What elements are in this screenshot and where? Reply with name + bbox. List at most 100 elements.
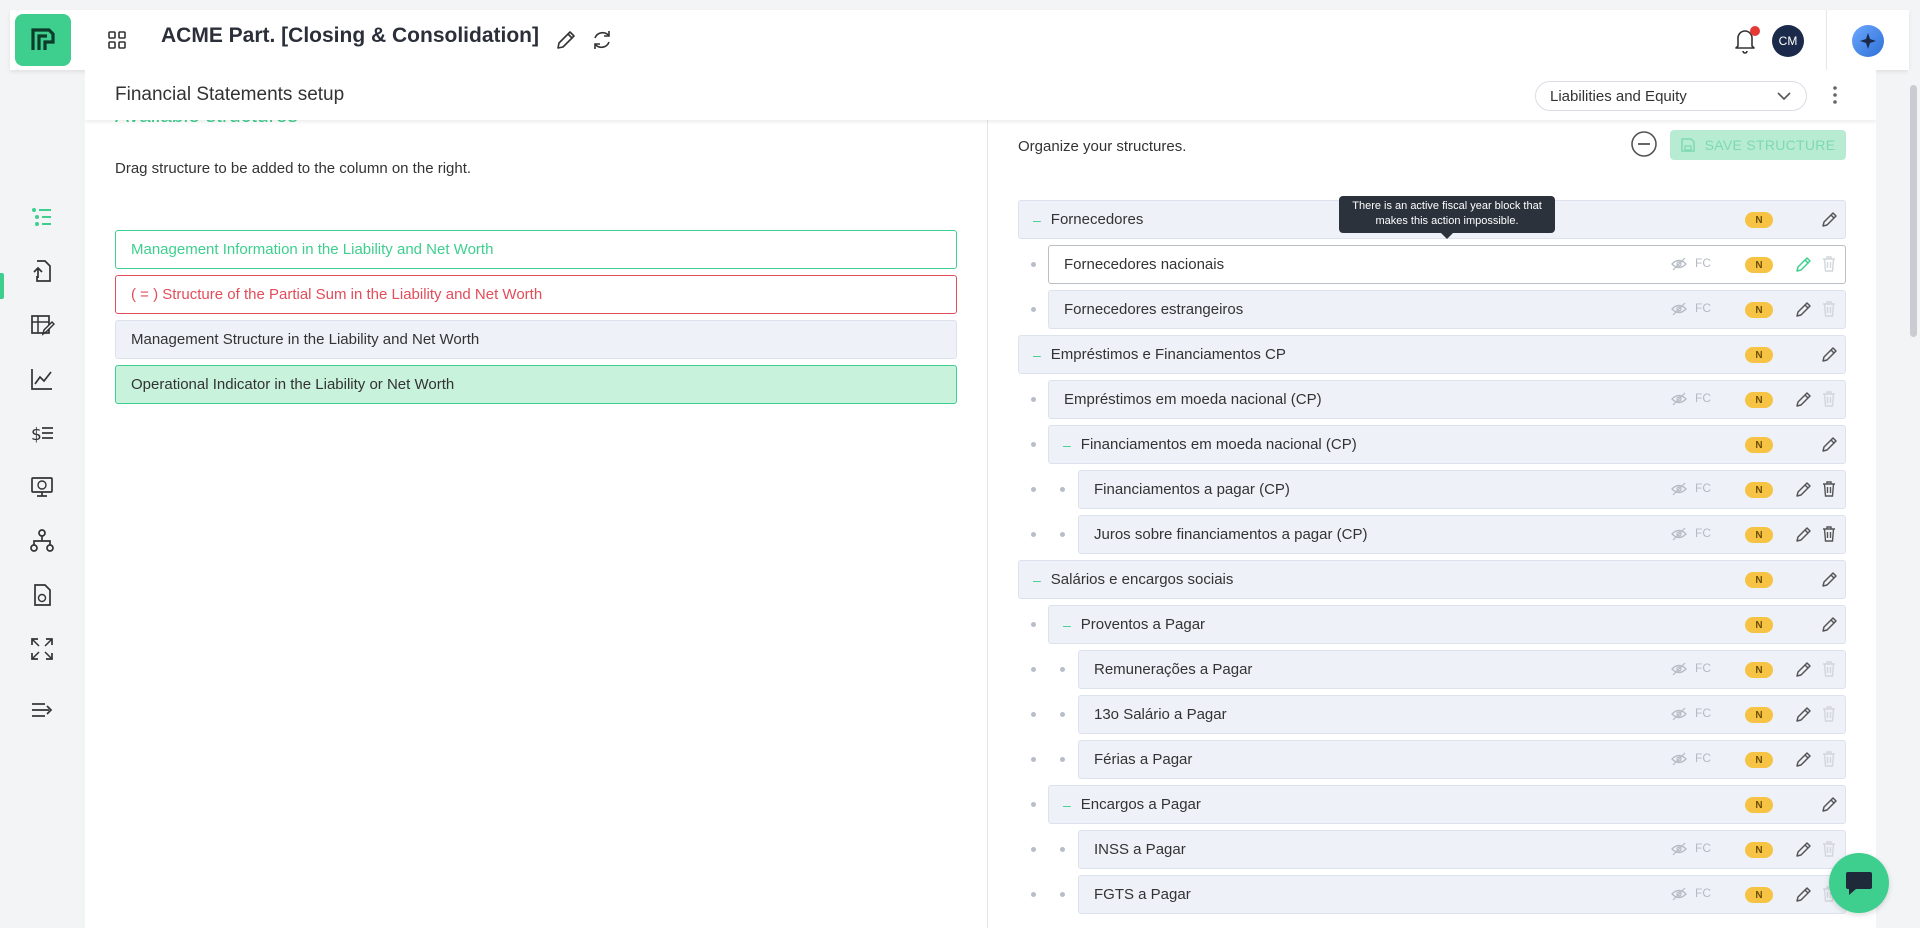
edit-pencil-icon[interactable]: [1821, 570, 1839, 588]
tree-nesting-bullet: [1060, 712, 1065, 717]
fc-label[interactable]: FC: [1695, 481, 1711, 495]
available-structure-item[interactable]: Operational Indicator in the Liability o…: [115, 365, 957, 404]
tree-leaf-row[interactable]: Férias a Pagar FC N: [1078, 740, 1846, 779]
delete-trash-icon[interactable]: [1821, 840, 1837, 858]
tree-leaf-row[interactable]: Remunerações a Pagar FC N: [1078, 650, 1846, 689]
edit-pencil-icon[interactable]: [1795, 390, 1813, 408]
visibility-off-icon[interactable]: [1671, 707, 1687, 721]
collapse-all-icon[interactable]: [1630, 130, 1658, 158]
chat-support-button[interactable]: [1829, 853, 1889, 913]
fc-label[interactable]: FC: [1695, 886, 1711, 900]
refresh-icon[interactable]: [590, 28, 614, 52]
delete-trash-icon[interactable]: [1821, 480, 1837, 498]
action-blocked-tooltip: There is an active fiscal year block tha…: [1339, 196, 1555, 233]
edit-pencil-icon[interactable]: [1795, 525, 1813, 543]
tree-group-row[interactable]: – Encargos a Pagar N: [1048, 785, 1846, 824]
fc-label[interactable]: FC: [1695, 751, 1711, 765]
delete-trash-icon[interactable]: [1821, 660, 1837, 678]
fc-label[interactable]: FC: [1695, 391, 1711, 405]
status-badge: N: [1745, 572, 1773, 588]
status-badge: N: [1745, 752, 1773, 768]
tree-row-label: FGTS a Pagar: [1094, 886, 1191, 903]
edit-pencil-icon[interactable]: [1821, 210, 1839, 228]
edit-pencil-icon[interactable]: [1821, 795, 1839, 813]
edit-pencil-icon[interactable]: [1821, 435, 1839, 453]
dollar-list-icon[interactable]: $: [29, 420, 55, 446]
structure-type-select[interactable]: Liabilities and Equity: [1535, 81, 1807, 111]
tree-group-row[interactable]: – Empréstimos e Financiamentos CP N: [1018, 335, 1846, 374]
edit-pencil-icon[interactable]: [1795, 255, 1813, 273]
list-tree-icon[interactable]: [29, 204, 55, 230]
edit-pencil-icon[interactable]: [1821, 345, 1839, 363]
ai-assistant-button[interactable]: [1852, 25, 1884, 57]
delete-trash-icon[interactable]: [1821, 300, 1837, 318]
fc-label[interactable]: FC: [1695, 256, 1711, 270]
fc-label[interactable]: FC: [1695, 661, 1711, 675]
edit-pencil-icon[interactable]: [1795, 885, 1813, 903]
edit-pencil-icon[interactable]: [1795, 705, 1813, 723]
tree-group-row[interactable]: – Proventos a Pagar N: [1048, 605, 1846, 644]
visibility-off-icon[interactable]: [1671, 842, 1687, 856]
available-structure-item[interactable]: Management Structure in the Liability an…: [115, 320, 957, 359]
delete-trash-icon[interactable]: [1821, 705, 1837, 723]
spreadsheet-edit-icon[interactable]: [29, 312, 55, 338]
edit-pencil-icon[interactable]: [1821, 615, 1839, 633]
visibility-off-icon[interactable]: [1671, 392, 1687, 406]
hierarchy-icon[interactable]: [29, 528, 55, 554]
tree-group-row[interactable]: – Financiamentos em moeda nacional (CP) N: [1048, 425, 1846, 464]
visibility-off-icon[interactable]: [1671, 752, 1687, 766]
delete-trash-icon[interactable]: [1821, 255, 1837, 273]
visibility-off-icon[interactable]: [1671, 257, 1687, 271]
collapse-toggle[interactable]: –: [1033, 572, 1041, 588]
more-options-icon[interactable]: [1829, 84, 1841, 106]
edit-pencil-icon[interactable]: [1795, 840, 1813, 858]
visibility-off-icon[interactable]: [1671, 302, 1687, 316]
visibility-off-icon[interactable]: [1671, 887, 1687, 901]
available-structure-item[interactable]: Management Information in the Liability …: [115, 230, 957, 269]
collapse-toggle[interactable]: –: [1063, 437, 1071, 453]
expand-arrows-icon[interactable]: [29, 636, 55, 662]
topbar-divider: [1826, 10, 1827, 70]
edit-pencil-icon[interactable]: [1795, 750, 1813, 768]
delete-trash-icon[interactable]: [1821, 750, 1837, 768]
tree-row-label: Fornecedores nacionais: [1064, 256, 1225, 273]
tree-leaf-row[interactable]: 13o Salário a Pagar FC N: [1078, 695, 1846, 734]
file-upload-icon[interactable]: [29, 258, 55, 284]
tree-leaf-row[interactable]: Financiamentos a pagar (CP) FC N: [1078, 470, 1846, 509]
apps-grid-icon[interactable]: [105, 28, 129, 52]
tree-leaf-row[interactable]: Empréstimos em moeda nacional (CP) FC N: [1048, 380, 1846, 419]
save-structure-button[interactable]: SAVE STRUCTURE: [1670, 130, 1846, 160]
collapse-toggle[interactable]: –: [1033, 347, 1041, 363]
document-chart-icon[interactable]: [29, 582, 55, 608]
status-badge: N: [1745, 842, 1773, 858]
user-avatar[interactable]: CM: [1772, 25, 1804, 57]
visibility-off-icon[interactable]: [1671, 662, 1687, 676]
tree-group-row[interactable]: – Salários e encargos sociais N: [1018, 560, 1846, 599]
collapse-menu-icon[interactable]: [29, 697, 55, 723]
fc-label[interactable]: FC: [1695, 526, 1711, 540]
delete-trash-icon[interactable]: [1821, 525, 1837, 543]
tree-leaf-row[interactable]: Juros sobre financiamentos a pagar (CP) F…: [1078, 515, 1846, 554]
edit-pencil-icon[interactable]: [1795, 660, 1813, 678]
edit-pencil-icon[interactable]: [1795, 300, 1813, 318]
collapse-toggle[interactable]: –: [1063, 617, 1071, 633]
delete-trash-icon[interactable]: [1821, 390, 1837, 408]
collapse-toggle[interactable]: –: [1063, 797, 1071, 813]
tree-leaf-row[interactable]: FGTS a Pagar FC N: [1078, 875, 1846, 914]
tree-leaf-row[interactable]: Fornecedores estrangeiros FC N: [1048, 290, 1846, 329]
fc-label[interactable]: FC: [1695, 301, 1711, 315]
edit-pencil-icon[interactable]: [1795, 480, 1813, 498]
available-structure-item[interactable]: ( = ) Structure of the Partial Sum in th…: [115, 275, 957, 314]
visibility-off-icon[interactable]: [1671, 527, 1687, 541]
app-logo[interactable]: [15, 14, 71, 66]
fc-label[interactable]: FC: [1695, 841, 1711, 855]
fc-label[interactable]: FC: [1695, 706, 1711, 720]
collapse-toggle[interactable]: –: [1033, 212, 1041, 228]
tree-leaf-row[interactable]: Fornecedores nacionais FC N: [1048, 245, 1846, 284]
scrollbar-thumb[interactable]: [1910, 85, 1917, 337]
line-chart-icon[interactable]: [29, 366, 55, 392]
edit-title-pencil-icon[interactable]: [554, 28, 578, 52]
tree-leaf-row[interactable]: INSS a Pagar FC N: [1078, 830, 1846, 869]
monitor-dollar-icon[interactable]: [29, 474, 55, 500]
visibility-off-icon[interactable]: [1671, 482, 1687, 496]
